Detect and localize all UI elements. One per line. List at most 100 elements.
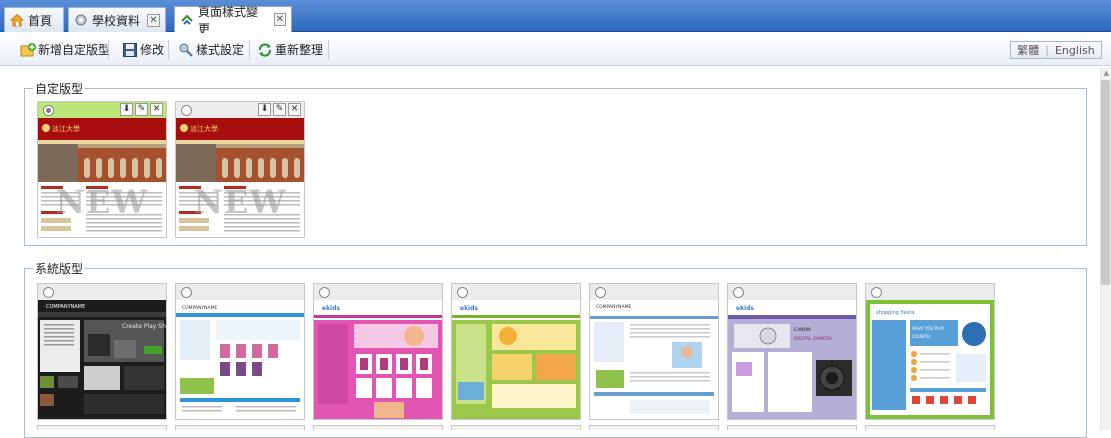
- layout-radio[interactable]: [871, 287, 882, 298]
- tab-home[interactable]: 首頁: [4, 7, 64, 32]
- system-layout-card[interactable]: ekids: [313, 283, 443, 420]
- svg-text:COUNTS!: COUNTS!: [912, 334, 930, 339]
- system-layout-card-partial[interactable]: [313, 425, 443, 430]
- add-layout-icon: [20, 42, 36, 58]
- toolbar-divider: [108, 40, 109, 60]
- edit-icon[interactable]: ✎: [273, 103, 286, 116]
- system-layout-card-partial[interactable]: [175, 425, 305, 430]
- add-custom-layout-button[interactable]: 新增自定版型: [20, 39, 110, 60]
- system-layout-card[interactable]: ekids: [451, 283, 581, 420]
- close-icon[interactable]: ✕: [150, 103, 163, 116]
- layout-thumbnail: shopping fiesta WHAT YOU PLAY COUNTS!: [866, 300, 994, 419]
- light-blue-theme-preview: COMPANYNAME: [176, 300, 304, 419]
- toolbar-divider: [328, 40, 329, 60]
- layout-radio[interactable]: [595, 287, 606, 298]
- tab-school-info[interactable]: 學校資料 ✕: [68, 7, 166, 32]
- card-header: [38, 284, 166, 300]
- download-icon[interactable]: ⬇: [258, 103, 271, 116]
- card-header: [314, 284, 442, 300]
- layout-thumbnail: 淡江大學 NEW: [176, 118, 304, 237]
- svg-text:Create Play Share: Create Play Share: [122, 323, 166, 330]
- tab-bar: 首頁 學校資料 ✕ 頁面樣式變更 ✕: [0, 0, 1111, 36]
- custom-layout-card[interactable]: ⬇ ✎ ✕ 淡江大學 NEW: [37, 101, 167, 238]
- close-icon[interactable]: ✕: [273, 13, 286, 26]
- card-header: [728, 284, 856, 300]
- svg-text:淡江大學: 淡江大學: [190, 124, 218, 133]
- layout-thumbnail: ekids: [452, 300, 580, 419]
- save-icon: [122, 42, 138, 58]
- svg-text:shopping fiesta: shopping fiesta: [876, 310, 914, 316]
- card-header: [452, 284, 580, 300]
- system-layout-card[interactable]: COMPANYNAME Create Play Share: [37, 283, 167, 420]
- lang-traditional-chinese[interactable]: 繁體: [1017, 42, 1039, 58]
- corporate-theme-preview: COMPANYNAME: [590, 300, 718, 419]
- button-label: 重新整理: [275, 43, 324, 57]
- system-layout-card[interactable]: shopping fiesta WHAT YOU PLAY COUNTS!: [865, 283, 995, 420]
- system-layout-card-partial[interactable]: [451, 425, 581, 430]
- system-layout-card[interactable]: COMPANYNAME: [175, 283, 305, 420]
- layout-radio[interactable]: [181, 287, 192, 298]
- new-badge: NEW: [55, 183, 149, 221]
- layout-radio[interactable]: [43, 105, 54, 116]
- download-icon[interactable]: ⬇: [120, 103, 133, 116]
- svg-text:淡江大學: 淡江大學: [52, 124, 80, 133]
- tab-label: 學校資料: [92, 13, 141, 28]
- tab-label: 首頁: [28, 13, 53, 28]
- layout-icon: [180, 13, 194, 27]
- custom-layout-card[interactable]: ⬇ ✎ ✕ 淡江大學 NEW: [175, 101, 305, 238]
- system-layout-card-partial[interactable]: [589, 425, 719, 430]
- scroll-up-arrow-icon[interactable]: ▲: [1104, 69, 1109, 77]
- scrollbar-thumb[interactable]: [1101, 80, 1110, 285]
- close-icon[interactable]: ✕: [288, 103, 301, 116]
- svg-text:DIGITAL CAMERA: DIGITAL CAMERA: [794, 336, 833, 342]
- system-layout-card-partial[interactable]: [727, 425, 857, 430]
- green-theme-preview: ekids: [452, 300, 580, 419]
- system-layout-card-partial[interactable]: [37, 425, 167, 430]
- svg-text:WHAT YOU PLAY: WHAT YOU PLAY: [912, 326, 945, 331]
- system-layout-card[interactable]: COMPANYNAME: [589, 283, 719, 420]
- layout-thumbnail: 淡江大學 NEW: [38, 118, 166, 237]
- lang-english[interactable]: English: [1055, 44, 1095, 57]
- svg-text:ekids: ekids: [460, 305, 478, 312]
- card-header: ⬇ ✎ ✕: [38, 102, 166, 118]
- svg-text:COMPANYNAME: COMPANYNAME: [596, 304, 632, 310]
- layout-thumbnail: ekids CANON DIGITAL CAMERA: [728, 300, 856, 419]
- button-label: 修改: [140, 43, 165, 57]
- close-icon[interactable]: ✕: [147, 13, 160, 27]
- layout-radio[interactable]: [733, 287, 744, 298]
- refresh-icon: [257, 42, 273, 58]
- gear-icon: [74, 13, 88, 27]
- edit-button[interactable]: 修改: [122, 39, 164, 60]
- layout-radio[interactable]: [319, 287, 330, 298]
- svg-text:ekids: ekids: [322, 305, 340, 312]
- card-header: [866, 284, 994, 300]
- edit-icon[interactable]: ✎: [135, 103, 148, 116]
- layout-thumbnail: COMPANYNAME Create Play Share: [38, 300, 166, 419]
- language-switcher: 繁體 | English: [1010, 41, 1102, 59]
- tab-page-style[interactable]: 頁面樣式變更 ✕: [174, 5, 292, 36]
- dark-theme-preview: COMPANYNAME Create Play Share: [38, 300, 166, 419]
- new-badge: NEW: [193, 183, 287, 221]
- refresh-button[interactable]: 重新整理: [257, 39, 323, 60]
- purple-camera-theme-preview: ekids CANON DIGITAL CAMERA: [728, 300, 856, 419]
- layout-radio[interactable]: [457, 287, 468, 298]
- style-settings-button[interactable]: 樣式設定: [178, 39, 244, 60]
- green-kids-theme-preview: shopping fiesta WHAT YOU PLAY COUNTS!: [866, 300, 994, 419]
- layout-thumbnail: COMPANYNAME: [590, 300, 718, 419]
- svg-text:CANON: CANON: [794, 327, 811, 333]
- svg-text:ekids: ekids: [736, 305, 754, 312]
- layout-thumbnail: ekids: [314, 300, 442, 419]
- card-header: [176, 284, 304, 300]
- system-layouts-title: 系統版型: [33, 260, 86, 277]
- card-header: [590, 284, 718, 300]
- toolbar-divider: [168, 40, 169, 60]
- pink-theme-preview: ekids: [314, 300, 442, 419]
- custom-layouts-title: 自定版型: [33, 80, 86, 97]
- system-layout-card-partial[interactable]: [865, 425, 995, 430]
- lang-divider: |: [1045, 43, 1049, 57]
- company-name-text: COMPANYNAME: [46, 304, 85, 310]
- system-layout-card[interactable]: ekids CANON DIGITAL CAMERA: [727, 283, 857, 420]
- layout-radio[interactable]: [181, 105, 192, 116]
- tab-label: 頁面樣式變更: [198, 4, 259, 36]
- layout-radio[interactable]: [43, 287, 54, 298]
